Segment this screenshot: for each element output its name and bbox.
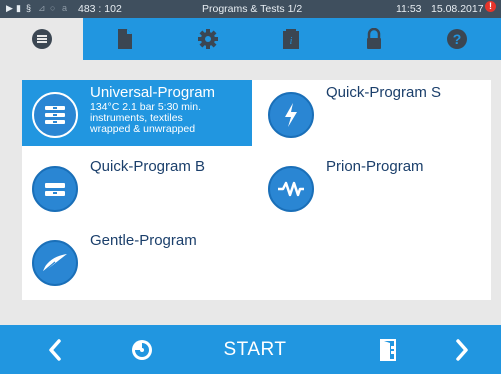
program-title: Prion-Program <box>326 158 424 175</box>
start-button[interactable]: START <box>200 325 310 374</box>
coordinates-readout: 483 : 102 <box>78 3 122 15</box>
tab-programs[interactable] <box>0 18 83 60</box>
program-title: Quick-Program B <box>90 158 206 175</box>
status-time: 11:53 <box>396 3 422 15</box>
wave-icon <box>268 166 314 212</box>
chart-icon: ⊿ <box>38 3 46 13</box>
lightning-icon <box>268 92 314 138</box>
tab-settings[interactable] <box>166 18 249 60</box>
tab-bar: i ? <box>0 18 501 60</box>
chevron-right-icon <box>456 338 468 361</box>
program-universal[interactable]: Universal-Program 134°C 2.1 bar 5:30 min… <box>22 80 252 146</box>
program-quick-s[interactable]: Quick-Program S <box>258 80 488 146</box>
door-icon <box>380 338 396 361</box>
start-label: START <box>223 338 287 360</box>
stack-trays-icon <box>32 92 78 138</box>
program-title: Gentle-Program <box>90 232 197 249</box>
program-quick-b[interactable]: Quick-Program B <box>22 154 252 220</box>
signal-icon: ▮ <box>16 3 21 13</box>
alert-icon[interactable]: ! <box>485 1 496 12</box>
prev-page-button[interactable] <box>30 325 80 374</box>
tab-info[interactable]: i <box>249 18 332 60</box>
program-title: Universal-Program <box>90 84 216 101</box>
clock-icon: ○ <box>50 3 56 13</box>
document-icon <box>117 29 132 49</box>
footer-bar: START <box>0 325 501 374</box>
tab-help[interactable]: ? <box>415 18 498 60</box>
help-icon: ? <box>446 29 467 49</box>
program-list: Universal-Program 134°C 2.1 bar 5:30 min… <box>22 80 491 300</box>
timer-button[interactable] <box>117 325 167 374</box>
timer-icon <box>132 339 152 360</box>
steam-icon: § <box>26 3 32 13</box>
svg-text:?: ? <box>452 31 461 47</box>
info-book-icon: i <box>282 29 299 49</box>
chevron-left-icon <box>49 338 61 361</box>
program-desc-line: wrapped & unwrapped <box>90 123 196 135</box>
program-description: 134°C 2.1 bar 5:30 min. instruments, tex… <box>90 102 201 135</box>
lock-icon <box>366 28 381 49</box>
svg-text:i: i <box>289 36 292 47</box>
play-icon: ▶ <box>6 3 13 13</box>
program-gentle[interactable]: Gentle-Program <box>22 228 252 294</box>
list-icon <box>31 29 52 49</box>
status-date: 15.08.2017 <box>431 3 484 15</box>
page-title: Programs & Tests 1/2 <box>202 3 303 15</box>
status-bar: ▶ ▮ § ⊿ ○ a 483 : 102 Programs & Tests 1… <box>0 0 501 18</box>
gear-icon <box>197 29 218 49</box>
next-page-button[interactable] <box>437 325 487 374</box>
door-button[interactable] <box>363 325 413 374</box>
tray-icon <box>32 166 78 212</box>
feather-icon <box>32 240 78 286</box>
tab-security[interactable] <box>332 18 415 60</box>
program-title: Quick-Program S <box>326 84 442 101</box>
tab-protocols[interactable] <box>83 18 166 60</box>
program-prion[interactable]: Prion-Program <box>258 154 488 220</box>
lock-status-icon: a <box>62 3 68 13</box>
